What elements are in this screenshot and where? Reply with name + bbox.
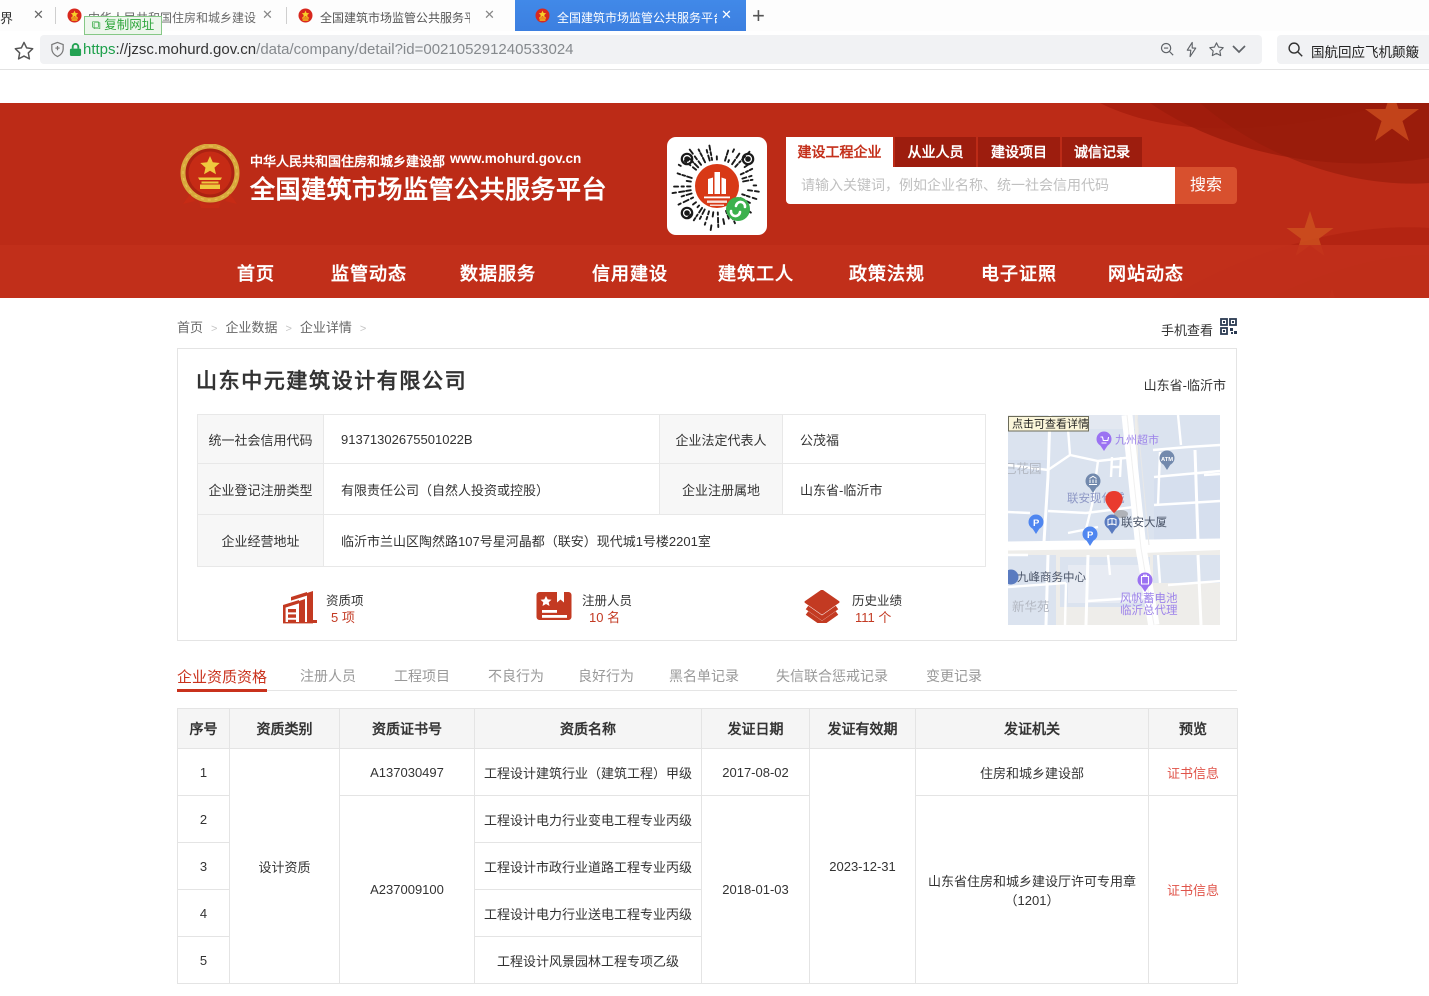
svg-text:新华苑: 新华苑 — [1012, 599, 1050, 614]
svg-text:联安大厦: 联安大厦 — [1121, 515, 1167, 529]
svg-text:点击可查看详情: 点击可查看详情 — [1012, 417, 1089, 431]
svg-text:九州超市: 九州超市 — [1115, 433, 1159, 447]
svg-text:风帆蓄电池: 风帆蓄电池 — [1120, 591, 1178, 605]
svg-text:临沂总代理: 临沂总代理 — [1120, 603, 1178, 617]
svg-text:九峰商务中心: 九峰商务中心 — [1017, 570, 1086, 584]
svg-text:ATM: ATM — [1161, 457, 1173, 463]
svg-text:P: P — [1033, 518, 1040, 529]
svg-text:己花园: 己花园 — [1008, 461, 1042, 476]
svg-text:P: P — [1087, 530, 1094, 541]
